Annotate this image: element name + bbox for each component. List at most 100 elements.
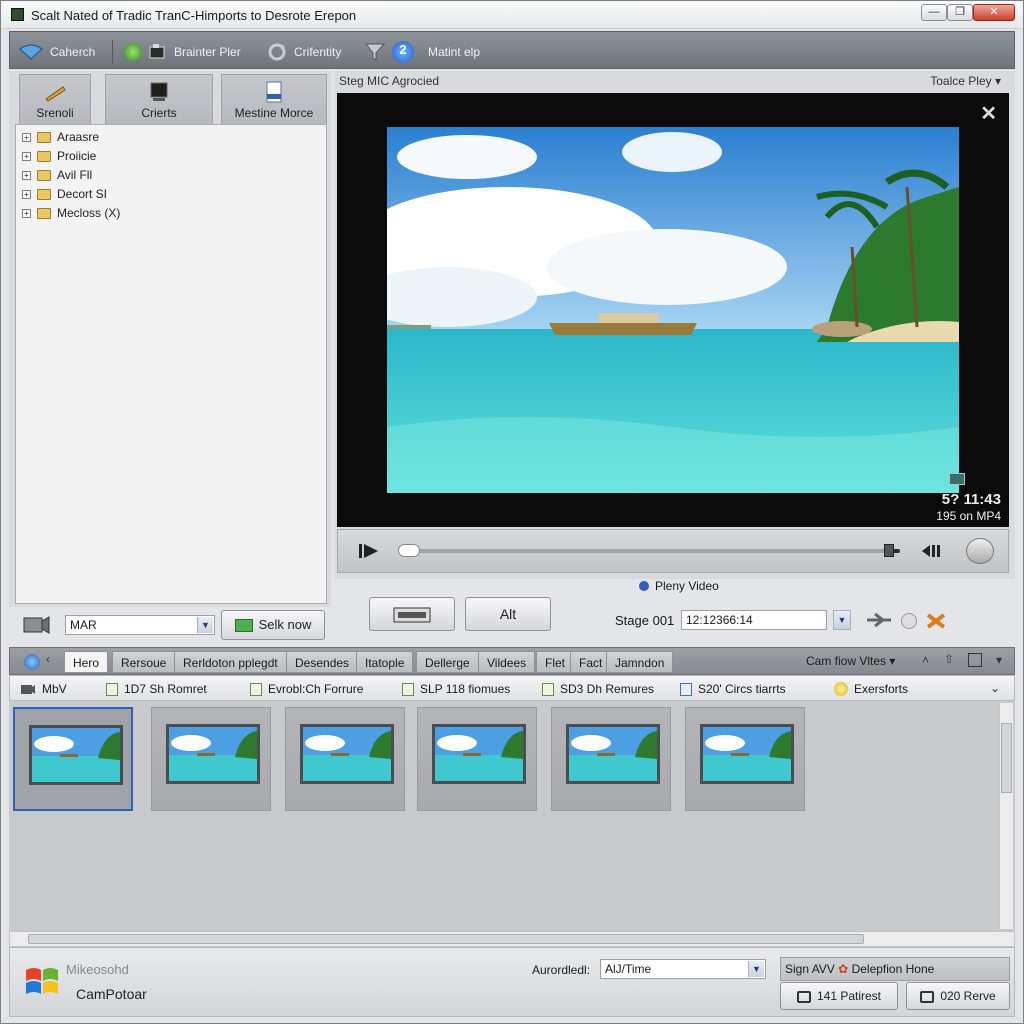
video-thumbnail[interactable] [417,707,537,811]
filter-s20[interactable]: S20' Circs tiarrts [680,680,786,698]
close-button[interactable]: ✕ [973,4,1015,21]
tree-item-label: Proiicie [57,149,97,163]
filter-mbv[interactable]: MbV [20,680,67,698]
stage-time-field[interactable]: 12:12366:14 [681,610,827,630]
status-bar: Sign AVV ✿ Delepfion Hone [780,957,1010,981]
tree-item[interactable]: + Araasre [22,128,99,146]
minimize-button[interactable]: — [921,4,947,21]
scroll-thumb[interactable] [28,934,864,944]
cam-view-menu[interactable]: Cam fiow Vltes ▾ [806,654,895,668]
arrow-up-icon[interactable]: ⇧ [944,652,954,666]
tab-vildees[interactable]: Vildees [478,651,536,673]
window-title: Scalt Nated of Tradic TranC-Himports to … [31,8,357,23]
alt-button[interactable]: Alt [465,597,551,631]
chevron-down-icon[interactable]: ⌄ [990,681,1000,695]
tree-item[interactable]: + Proiicie [22,147,96,165]
left-tab-mestine-morce[interactable]: Mestine Morce [221,74,327,124]
expand-icon[interactable]: + [22,151,31,161]
expand-icon[interactable]: + [22,208,31,218]
tab-desendes[interactable]: Desendes [286,651,359,673]
toolbar-help-button[interactable]: 2 Matint elp [364,41,481,63]
video-thumbnail[interactable] [151,707,271,811]
tab-jamndon[interactable]: Jamndon [606,651,674,673]
play-icon[interactable] [358,542,380,560]
app-icon [11,8,24,21]
source-select[interactable]: MAR ▼ [65,615,215,635]
fullscreen-icon[interactable] [949,473,965,485]
thumbnail-image [432,724,526,784]
toolbar-label: Matint elp [428,45,481,59]
video-thumbnail[interactable] [685,707,805,811]
filter-1d7[interactable]: 1D7 Sh Romret [106,680,207,698]
tree-item[interactable]: + Mecloss (X) [22,204,120,222]
filter-label: S20' Circs tiarrts [698,682,786,696]
filter-evrobl[interactable]: Evrobl:Ch Forrure [250,680,363,698]
viewer-menu[interactable]: Toalce Pley ▾ [930,74,1001,88]
video-thumbnail[interactable] [285,707,405,811]
tab-rersoue[interactable]: Rersoue [112,651,176,673]
settings-icon[interactable] [966,538,994,564]
patirest-button[interactable]: 141 Patirest [780,982,898,1010]
folder-icon [37,131,51,143]
tab-rerldoton[interactable]: Rerldoton pplegdt [174,651,287,673]
camcorder-icon [23,616,50,634]
volume-icon[interactable] [920,542,944,560]
seek-progress [400,549,890,553]
windows-logo-icon [26,968,58,994]
filter-sd3[interactable]: SD3 Dh Remures [542,680,654,698]
filter-exersforts[interactable]: Exersforts [834,680,908,698]
left-tab-crierts[interactable]: Crierts [105,74,213,124]
maximize-button[interactable]: ❐ [947,4,973,21]
tree-item-label: Araasre [57,130,100,144]
expand-icon[interactable]: + [22,170,31,180]
thumbnail-image [566,724,660,784]
expand-icon[interactable]: + [22,189,31,199]
status-link[interactable]: Delepfion Hone [852,962,935,976]
stage-label: Stage 001 [615,613,675,628]
chevron-down-icon[interactable]: ▾ [996,653,1002,667]
chevron-down-icon[interactable]: ▼ [748,961,764,977]
tab-hero[interactable]: Hero [64,651,109,673]
file-icon [106,682,118,696]
horizontal-scrollbar[interactable] [9,931,1015,947]
seek-handle[interactable] [884,544,894,557]
close-video-button[interactable]: ✕ [980,101,997,126]
tab-dellerge[interactable]: Dellerge [416,651,479,673]
chevron-down-icon[interactable]: ▼ [197,617,213,633]
tree-item[interactable]: + Avil Fll [22,166,92,184]
plane-icon[interactable] [865,612,893,628]
scroll-thumb[interactable] [1001,723,1012,793]
caret-up-icon[interactable]: ˄ [922,653,929,667]
chevron-down-icon[interactable]: ▼ [833,610,851,630]
filter-slp[interactable]: SLP 118 fiomues [402,680,510,698]
keyboard-icon [393,607,431,623]
left-tab-srenoli[interactable]: Srenoli [19,74,91,124]
chevron-left-icon[interactable]: ‹ [46,652,50,666]
seek-bar[interactable] [398,544,900,557]
toolbar-search-button[interactable]: Caherch [18,42,95,62]
back-icon[interactable] [24,654,40,670]
vertical-scrollbar[interactable] [999,703,1013,929]
patirest-label: 141 Patirest [816,989,882,1003]
rerve-button[interactable]: 020 Rerve [906,982,1010,1010]
record-icon[interactable] [901,613,917,629]
screen-button[interactable] [369,597,455,631]
video-screen[interactable]: ✕ 5? 11:43 195 on MP4 [337,93,1009,527]
search-now-button[interactable]: Selk now [221,610,325,640]
flower-icon: ✿ [838,962,849,976]
search-now-label: Selk now [258,617,312,632]
seek-start-handle[interactable] [398,544,420,557]
video-thumbnail[interactable] [13,707,133,811]
window-icon[interactable] [968,653,982,667]
time-combo[interactable]: AlJ/Time ▼ [600,959,766,979]
tab-flet[interactable]: Flet [536,651,575,673]
tab-itatople[interactable]: Itatople [356,651,414,673]
tree-item[interactable]: + Decort SI [22,185,107,203]
app-window: Scalt Nated of Tradic TranC-Himports to … [0,0,1024,1024]
expand-icon[interactable]: + [22,132,31,142]
filter-label: Exersforts [854,682,909,696]
toolbar-player-button[interactable]: Brainter Pler [124,42,241,62]
tools-icon[interactable] [925,612,947,630]
video-thumbnail[interactable] [551,707,671,811]
toolbar-identity-button[interactable]: Crifentity [266,42,341,62]
